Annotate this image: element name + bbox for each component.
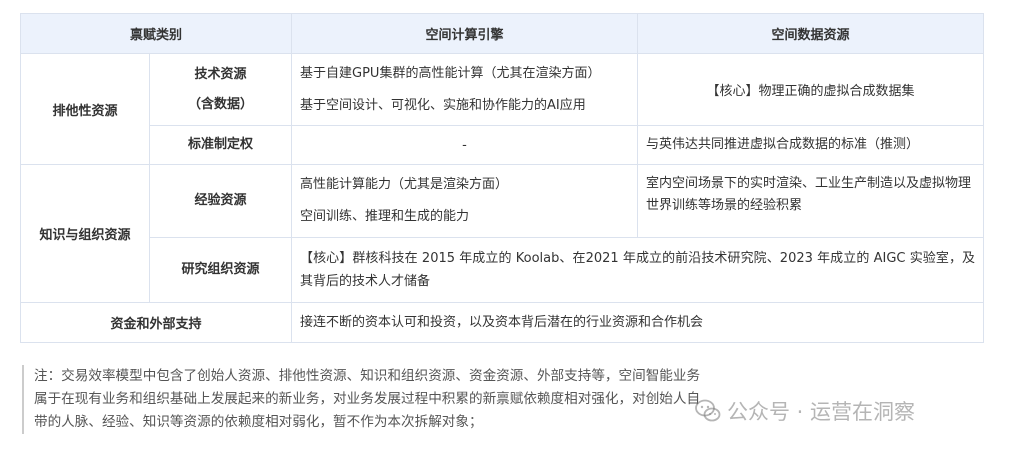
table-row: 知识与组织资源 经验资源 高性能计算能力（尤其是渲染方面） 空间训练、推理和生成… <box>20 164 985 303</box>
cell-experience-data: 室内空间场景下的实时渲染、工业生产制造以及虚拟物理世界训练等场景的经验积累 <box>637 164 985 238</box>
table-row: 标准制定权 - 与英伟达共同推进虚拟合成数据的标准（推测） <box>21 125 985 165</box>
cell-experience-engine: 高性能计算能力（尤其是渲染方面） 空间训练、推理和生成的能力 <box>291 164 639 238</box>
footnote-line1: 注：交易效率模型中包含了创始人资源、排他性资源、知识和组织资源、资金资源、外部支… <box>34 368 701 384</box>
wechat-icon <box>695 399 721 422</box>
group-knowledge: 知识与组织资源 <box>20 164 150 303</box>
header-engine: 空间计算引擎 <box>291 13 639 54</box>
cell-experience-engine-line2: 空间训练、推理和生成的能力 <box>300 209 470 224</box>
cell-tech-engine: 基于自建GPU集群的高性能计算（尤其在渲染方面） 基于空间设计、可视化、实施和协… <box>291 53 639 126</box>
table-row: 研究组织资源 【核心】群核科技在 2015 年成立的 Koolab、在2021 … <box>21 237 985 303</box>
group-exclusive: 排他性资源 <box>20 53 150 165</box>
endowment-table: 禀赋类别 空间计算引擎 空间数据资源 排他性资源 技术资源 （含数据） 基于自建… <box>19 13 985 343</box>
table-row: 排他性资源 技术资源 （含数据） 基于自建GPU集群的高性能计算（尤其在渲染方面… <box>20 53 985 165</box>
cell-tech-engine-line1: 基于自建GPU集群的高性能计算（尤其在渲染方面） <box>300 65 601 81</box>
cell-capital: 接连不断的资本认可和投资，以及资本背后潜在的行业资源和合作机会 <box>291 302 985 343</box>
table-header-row: 禀赋类别 空间计算引擎 空间数据资源 <box>19 13 985 54</box>
cell-research: 【核心】群核科技在 2015 年成立的 Koolab、在2021 年成立的前沿技… <box>291 237 985 303</box>
row-label-experience: 经验资源 <box>148 164 293 238</box>
cell-tech-engine-line2: 基于空间设计、可视化、实施和协作能力的AI应用 <box>300 97 586 113</box>
cell-tech-data: 【核心】物理正确的虚拟合成数据集 <box>637 53 985 126</box>
header-data: 空间数据资源 <box>637 13 985 54</box>
row-label-research: 研究组织资源 <box>148 237 293 303</box>
watermark-text: 公众号 · 运营在洞察 <box>727 400 916 424</box>
table-row: 资金和外部支持 接连不断的资本认可和投资，以及资本背后潜在的行业资源和合作机会 <box>19 302 985 343</box>
group-capital: 资金和外部支持 <box>19 302 293 343</box>
cell-standard-engine: - <box>291 125 639 165</box>
cell-standard-data: 与英伟达共同推进虚拟合成数据的标准（推测） <box>637 125 985 165</box>
row-label-tech-line1: 技术资源 <box>194 66 247 82</box>
watermark: 公众号 · 运营在洞察 <box>695 396 915 426</box>
cell-experience-engine-line1: 高性能计算能力（尤其是渲染方面） <box>300 177 509 192</box>
row-label-standard: 标准制定权 <box>148 125 293 165</box>
row-label-tech-line2: （含数据） <box>188 96 254 112</box>
row-label-tech: 技术资源 （含数据） <box>148 53 293 126</box>
header-category: 禀赋类别 <box>19 13 293 54</box>
